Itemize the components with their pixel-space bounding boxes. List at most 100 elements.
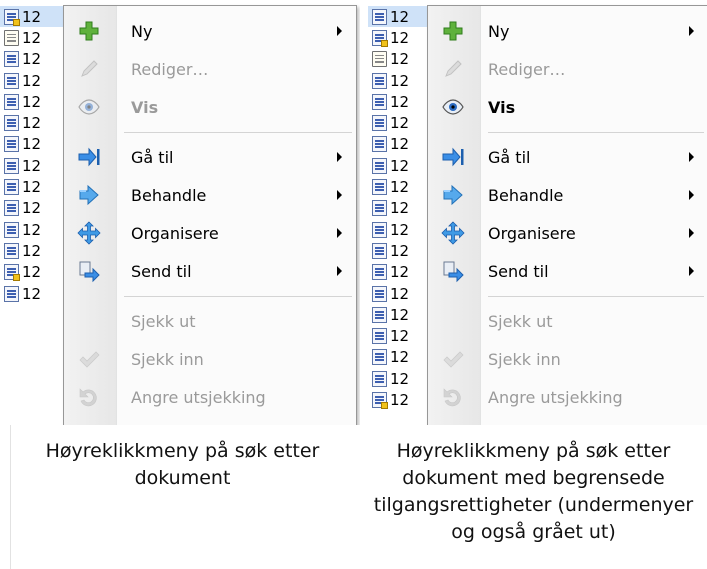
blank-icon <box>76 308 102 334</box>
file-name: 12 <box>390 305 410 324</box>
word-document-locked-icon <box>4 264 20 282</box>
goto-arrow-icon <box>440 144 466 170</box>
text-document-icon <box>372 51 387 68</box>
file-name: 12 <box>390 220 410 239</box>
menu-item-label: Behandle <box>131 185 207 205</box>
menu-separator <box>488 296 704 297</box>
file-name: 12 <box>22 135 42 154</box>
menu-item-label: Ny <box>131 21 153 41</box>
file-name: 12 <box>390 241 410 260</box>
file-name: 12 <box>22 220 42 239</box>
file-name: 12 <box>390 50 410 69</box>
menu-item-ny[interactable]: Ny <box>428 12 707 50</box>
undo-icon <box>76 384 102 410</box>
menu-item-sjekk-inn[interactable]: Sjekk inn <box>428 340 707 378</box>
menu-item-label: Organisere <box>131 223 219 243</box>
word-document-icon <box>372 349 387 366</box>
menu-item-label: Angre utsjekking <box>131 387 266 407</box>
menu-item-label: Send til <box>488 261 549 281</box>
word-document-locked-icon <box>372 391 388 409</box>
file-name: 12 <box>390 71 410 90</box>
right-screenshot-panel: 12 12 12 12 12 12 12 12 12 12 12 12 12 12 12 12 12 12 12 N… <box>368 0 707 425</box>
menu-item-ga-til[interactable]: Gå til <box>428 138 707 176</box>
submenu-arrow-icon <box>689 190 694 200</box>
menu-item-behandle[interactable]: Behandle <box>428 176 707 214</box>
menu-separator <box>124 132 352 133</box>
word-document-icon <box>372 72 387 89</box>
text-document-icon <box>4 29 19 46</box>
menu-item-label: Vis <box>488 97 516 117</box>
word-document-icon <box>4 51 19 68</box>
menu-item-organisere[interactable]: Organisere <box>64 214 356 252</box>
undo-icon <box>440 384 466 410</box>
menu-separator <box>124 296 352 297</box>
menu-item-label: Behandle <box>488 185 564 205</box>
word-document-icon <box>372 200 387 217</box>
file-name: 12 <box>390 7 410 26</box>
submenu-arrow-icon <box>689 266 694 276</box>
menu-item-angre-utsjekking[interactable]: Angre utsjekking <box>428 378 707 416</box>
word-document-icon <box>4 72 19 89</box>
menu-item-send-til[interactable]: Send til <box>64 252 356 290</box>
file-name: 12 <box>390 263 410 282</box>
menu-item-sjekk-ut[interactable]: Sjekk ut <box>64 302 356 340</box>
menu-item-label: Rediger… <box>488 59 566 79</box>
word-document-icon <box>372 136 387 153</box>
word-document-icon <box>4 179 19 196</box>
menu-item-label: Sjekk inn <box>488 349 561 369</box>
menu-item-vis[interactable]: Vis <box>64 88 356 126</box>
word-document-icon <box>372 285 387 302</box>
menu-item-angre-utsjekking[interactable]: Angre utsjekking <box>64 378 356 416</box>
checkmark-icon <box>440 346 466 372</box>
checkmark-icon <box>76 346 102 372</box>
menu-separator <box>488 132 704 133</box>
submenu-arrow-icon <box>337 152 342 162</box>
word-document-icon <box>4 115 19 132</box>
menu-item-label: Send til <box>131 261 192 281</box>
pencil-icon <box>440 56 466 82</box>
word-document-icon <box>4 242 19 259</box>
caption-right: Høyreklikkmeny på søk etter dokument med… <box>373 440 694 543</box>
caption-left: Høyreklikkmeny på søk etter dokument <box>45 440 320 489</box>
menu-item-label: Rediger… <box>131 59 209 79</box>
menu-item-rediger[interactable]: Rediger… <box>428 50 707 88</box>
menu-item-ny[interactable]: Ny <box>64 12 356 50</box>
menu-item-label: Gå til <box>488 147 531 167</box>
word-document-locked-icon <box>372 29 388 47</box>
submenu-arrow-icon <box>689 152 694 162</box>
menu-item-organisere[interactable]: Organisere <box>428 214 707 252</box>
eye-icon <box>76 94 102 120</box>
menu-item-sjekk-inn[interactable]: Sjekk inn <box>64 340 356 378</box>
submenu-arrow-icon <box>689 228 694 238</box>
menu-item-rediger[interactable]: Rediger… <box>64 50 356 88</box>
word-document-icon <box>372 8 387 25</box>
menu-item-send-til[interactable]: Send til <box>428 252 707 290</box>
menu-item-label: Vis <box>131 97 159 117</box>
word-document-locked-icon <box>4 8 20 26</box>
menu-item-label: Angre utsjekking <box>488 387 623 407</box>
word-document-icon <box>372 179 387 196</box>
file-name: 12 <box>22 178 42 197</box>
file-name: 12 <box>22 28 42 47</box>
word-document-icon <box>372 93 387 110</box>
word-document-icon <box>4 93 19 110</box>
plus-icon <box>440 18 466 44</box>
file-name: 12 <box>390 369 410 388</box>
submenu-arrow-icon <box>337 26 342 36</box>
file-name: 12 <box>390 92 410 111</box>
process-arrow-icon <box>440 182 466 208</box>
menu-item-sjekk-ut[interactable]: Sjekk ut <box>428 302 707 340</box>
file-name: 12 <box>390 178 410 197</box>
menu-item-ga-til[interactable]: Gå til <box>64 138 356 176</box>
menu-item-label: Ny <box>488 21 510 41</box>
file-name: 12 <box>22 263 42 282</box>
left-screenshot-panel: 12 12 12 12 12 12 12 12 12 12 12 12 12 12 Ny Rediger… V… <box>0 0 360 425</box>
menu-item-vis[interactable]: Vis <box>428 88 707 126</box>
file-name: 12 <box>390 156 410 175</box>
file-name: 12 <box>390 348 410 367</box>
menu-item-label: Organisere <box>488 223 576 243</box>
menu-item-behandle[interactable]: Behandle <box>64 176 356 214</box>
file-name: 12 <box>22 50 42 69</box>
file-name: 12 <box>22 71 42 90</box>
send-to-icon <box>76 258 102 284</box>
